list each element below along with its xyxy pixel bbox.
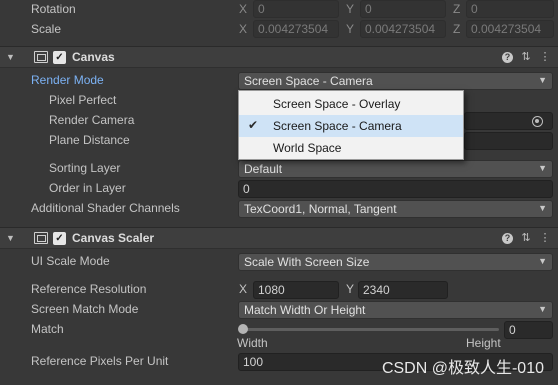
- ui-scale-mode-value: Scale With Screen Size: [244, 255, 370, 269]
- canvas-component-icon: [34, 51, 48, 63]
- render-camera-label: Render Camera: [49, 113, 135, 127]
- dropdown-arrow-icon: ▼: [538, 304, 547, 314]
- scale-y-field[interactable]: 0.004273504: [360, 20, 446, 38]
- screen-match-mode-label: Screen Match Mode: [31, 302, 139, 316]
- reference-resolution-label: Reference Resolution: [31, 282, 147, 296]
- pixel-perfect-label: Pixel Perfect: [49, 93, 117, 107]
- scale-row: Scale X 0.004273504 Y 0.004273504 Z 0.00…: [0, 20, 558, 40]
- presets-icon[interactable]: ⇅: [519, 231, 533, 245]
- plane-distance-field[interactable]: [464, 132, 553, 150]
- rotation-y-field[interactable]: 0: [360, 0, 446, 18]
- match-slider-handle[interactable]: [238, 324, 248, 334]
- canvas-enabled-checkbox[interactable]: ✓: [53, 51, 66, 64]
- scale-x-field[interactable]: 0.004273504: [253, 20, 339, 38]
- screen-match-mode-row: Screen Match Mode Match Width Or Height …: [0, 300, 558, 320]
- ui-scale-mode-label: UI Scale Mode: [31, 254, 110, 268]
- ref-y-field[interactable]: 2340: [358, 281, 448, 299]
- render-mode-row: Render Mode Screen Space - Camera ▼: [0, 71, 558, 91]
- help-icon[interactable]: ?: [502, 233, 513, 244]
- canvas-scaler-title: Canvas Scaler: [72, 231, 155, 245]
- sorting-layer-dropdown[interactable]: Default ▼: [238, 160, 553, 178]
- render-mode-value: Screen Space - Camera: [244, 74, 373, 88]
- scale-z-axis[interactable]: Z: [453, 22, 460, 36]
- render-mode-dropdown-menu: Screen Space - Overlay ✔ Screen Space - …: [238, 90, 464, 160]
- rotation-x-axis[interactable]: X: [239, 2, 247, 16]
- shader-channels-row: Additional Shader Channels TexCoord1, No…: [0, 199, 558, 219]
- ref-ppu-label: Reference Pixels Per Unit: [31, 354, 169, 368]
- scale-y-axis[interactable]: Y: [346, 22, 354, 36]
- shader-channels-label: Additional Shader Channels: [31, 201, 180, 215]
- shader-channels-dropdown[interactable]: TexCoord1, Normal, Tangent ▼: [238, 200, 553, 218]
- rotation-y-axis[interactable]: Y: [346, 2, 354, 16]
- help-icon[interactable]: ?: [502, 52, 513, 63]
- order-in-layer-field[interactable]: 0: [238, 180, 553, 198]
- screen-match-mode-dropdown[interactable]: Match Width Or Height ▼: [238, 301, 553, 319]
- ref-y-axis[interactable]: Y: [346, 282, 354, 296]
- menu-item-screen-space-camera[interactable]: ✔ Screen Space - Camera: [239, 115, 463, 137]
- menu-item-screen-space-overlay[interactable]: Screen Space - Overlay: [239, 93, 463, 115]
- ui-scale-mode-row: UI Scale Mode Scale With Screen Size ▼: [0, 252, 558, 272]
- sorting-layer-label: Sorting Layer: [49, 161, 121, 175]
- canvas-component-header[interactable]: ▼ ✓ Canvas ? ⇅ ⋮: [0, 46, 558, 68]
- render-mode-label: Render Mode: [31, 73, 104, 87]
- canvas-scaler-component-icon: [34, 232, 48, 244]
- sorting-layer-row: Sorting Layer Default ▼: [0, 159, 558, 179]
- ref-x-axis[interactable]: X: [239, 282, 247, 296]
- match-slider-track[interactable]: [242, 328, 499, 331]
- dropdown-arrow-icon: ▼: [538, 203, 547, 213]
- sorting-layer-value: Default: [244, 162, 283, 176]
- height-label: Height: [466, 336, 501, 350]
- rotation-z-axis[interactable]: Z: [453, 2, 460, 16]
- render-mode-dropdown[interactable]: Screen Space - Camera ▼: [238, 72, 553, 90]
- render-camera-field[interactable]: [464, 112, 553, 130]
- dropdown-arrow-icon: ▼: [538, 163, 547, 173]
- dropdown-arrow-icon: ▼: [538, 256, 547, 266]
- foldout-arrow-icon[interactable]: ▼: [6, 52, 15, 62]
- rotation-x-field[interactable]: 0: [253, 0, 339, 18]
- match-labels-row: Width Height: [0, 334, 558, 354]
- plane-distance-label: Plane Distance: [49, 133, 130, 147]
- rotation-label: Rotation: [31, 2, 76, 16]
- canvas-title: Canvas: [72, 50, 115, 64]
- scale-z-field[interactable]: 0.004273504: [466, 20, 554, 38]
- foldout-arrow-icon[interactable]: ▼: [6, 233, 15, 243]
- checkmark-icon: ✔: [248, 118, 259, 132]
- width-label: Width: [237, 336, 268, 350]
- watermark: CSDN @极致人生-010: [381, 360, 544, 377]
- context-menu-icon[interactable]: ⋮: [538, 231, 552, 245]
- ui-scale-mode-dropdown[interactable]: Scale With Screen Size ▼: [238, 253, 553, 271]
- ref-x-field[interactable]: 1080: [253, 281, 339, 299]
- order-in-layer-row: Order in Layer 0: [0, 179, 558, 199]
- presets-icon[interactable]: ⇅: [519, 50, 533, 64]
- order-in-layer-label: Order in Layer: [49, 181, 126, 195]
- canvas-scaler-component-header[interactable]: ▼ ✓ Canvas Scaler ? ⇅ ⋮: [0, 227, 558, 249]
- screen-match-mode-value: Match Width Or Height: [244, 303, 366, 317]
- canvas-scaler-enabled-checkbox[interactable]: ✓: [53, 232, 66, 245]
- menu-item-world-space[interactable]: World Space: [239, 137, 463, 159]
- rotation-z-field[interactable]: 0: [466, 0, 554, 18]
- scale-x-axis[interactable]: X: [239, 22, 247, 36]
- dropdown-arrow-icon: ▼: [538, 75, 547, 85]
- shader-channels-value: TexCoord1, Normal, Tangent: [244, 202, 397, 216]
- rotation-row: Rotation X 0 Y 0 Z 0: [0, 0, 558, 20]
- scale-label: Scale: [31, 22, 62, 36]
- reference-resolution-row: Reference Resolution X 1080 Y 2340: [0, 280, 558, 300]
- context-menu-icon[interactable]: ⋮: [538, 50, 552, 64]
- object-picker-icon[interactable]: [532, 116, 543, 127]
